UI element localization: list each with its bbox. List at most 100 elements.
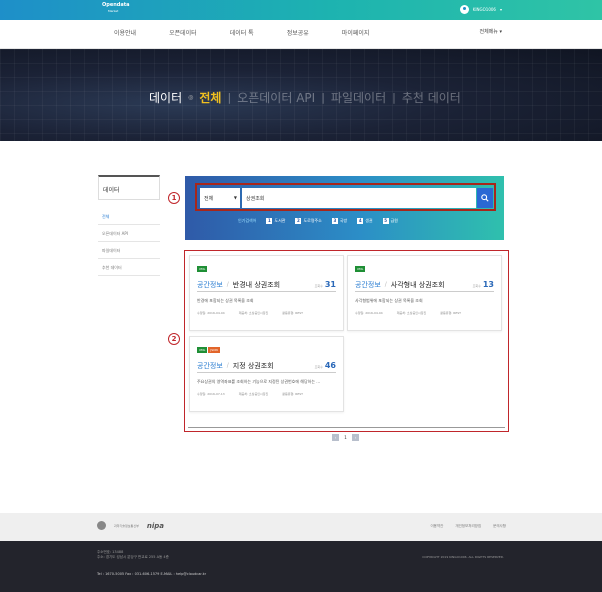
results-area: XML 공간정보 / 반경내 상권조회 조회수 31 반경에 포함되는 상권 목록…: [184, 250, 509, 432]
logo-subtitle: Market: [108, 9, 119, 13]
search-button[interactable]: [477, 188, 493, 208]
footer-contact: Tel : 1670-5005 Fax : 031-606-1579 E-MAI…: [97, 572, 207, 576]
next-page-button[interactable]: ›: [352, 434, 359, 441]
card-description: 사각형범위에 포함되는 상권 목록을 조회: [355, 298, 423, 303]
format-badge-xml: XML: [197, 347, 208, 353]
format-badge-xml: XML: [355, 266, 366, 272]
card-category: 공간정보: [197, 361, 223, 370]
result-card[interactable]: XML JSON 공간정보 / 지정 상권조회 조회수 46 주요상권의 영역좌표…: [189, 336, 344, 412]
sidebar: 데이터 전체 오픈데이터 API 파일데이터 추천 데이터: [98, 175, 160, 276]
sidebar-item-all[interactable]: 전체: [98, 208, 160, 225]
address-line: 주소: 경기도 성남시 분당구 판교로 255 A동 4층: [97, 555, 169, 559]
result-card[interactable]: XML 공간정보 / 사각형내 상권조회 조회수 13 사각형범위에 포함되는 상…: [347, 255, 502, 331]
divider: |: [321, 91, 325, 104]
search-input[interactable]: 상권조회: [242, 188, 476, 208]
annotation-marker-1: 1: [168, 192, 180, 204]
card-description: 주요상권의 영역좌표를 조회하는 기능으로 지정된 상권번호에 해당하는 ...: [197, 379, 321, 384]
card-provider: 제공처: 소상공인시장진: [238, 392, 269, 396]
search-icon: [481, 194, 489, 202]
search-highlight: 전체 ▼ 상권조회: [195, 183, 496, 211]
prev-page-button[interactable]: ‹: [332, 434, 339, 441]
views-label: 조회수: [314, 284, 323, 288]
footer-logos: 과학기술정보통신부 nipa: [97, 521, 164, 530]
sidebar-item-api[interactable]: 오픈데이터 API: [98, 225, 160, 242]
nav-item-datatalk[interactable]: 데이터 톡: [230, 28, 254, 37]
keyword-item[interactable]: 4 생권: [357, 218, 373, 224]
government-emblem-icon: [97, 521, 106, 530]
divider: |: [227, 91, 232, 104]
hero-tab-api[interactable]: 오픈데이터 API: [237, 89, 315, 106]
hero-tab-recommended[interactable]: 추천 데이터: [402, 89, 461, 106]
divider: |: [392, 91, 396, 104]
keyword-item[interactable]: 2 도로명주소: [295, 218, 322, 224]
global-nav: 이용안내 오픈데이터 데이터 톡 정보공유 마이페이지 전체메뉴 ▾: [0, 20, 602, 49]
result-card[interactable]: XML 공간정보 / 반경내 상권조회 조회수 31 반경에 포함되는 상권 목록…: [189, 255, 344, 331]
card-date: 수정일: 2016-07-13: [197, 392, 225, 396]
nav-item-guide[interactable]: 이용안내: [114, 28, 136, 37]
nav-item-opendata[interactable]: 오픈데이터: [169, 28, 197, 37]
footer-top: 과학기술정보통신부 nipa 이용약관 개인정보처리방침 문의사항: [0, 513, 602, 541]
hero-category-nav: 데이터 ◎ 전체 | 오픈데이터 API | 파일데이터 | 추천 데이터: [149, 89, 461, 106]
username: KINGO1006: [472, 7, 496, 12]
circle-dot-icon: ◎: [188, 94, 194, 101]
card-date: 수정일: 2016-04-04: [197, 311, 225, 315]
keyword-item[interactable]: 3 국방: [331, 218, 347, 224]
logo-title: Opendata: [102, 2, 130, 8]
nav-item-info-share[interactable]: 정보공유: [287, 28, 309, 37]
footer-link-terms[interactable]: 이용약관: [430, 524, 443, 529]
card-category: 공간정보: [355, 280, 381, 289]
footer-bottom: 주소번호: 13488 주소: 경기도 성남시 분당구 판교로 255 A동 4…: [0, 541, 602, 592]
card-description: 반경에 포함되는 상권 목록을 조회: [197, 298, 254, 303]
footer-links: 이용약관 개인정보처리방침 문의사항: [430, 524, 506, 529]
hero-title: 데이터: [149, 91, 183, 105]
card-title[interactable]: 사각형내 상권조회: [391, 280, 445, 290]
hero-banner: 데이터 ◎ 전체 | 오픈데이터 API | 파일데이터 | 추천 데이터: [0, 49, 602, 141]
format-badge-xml: XML: [197, 266, 208, 272]
ministry-name: 과학기술정보통신부: [114, 523, 139, 528]
top-bar: Opendata Market KINGO1006 ▾: [0, 0, 602, 20]
footer-link-inquiry[interactable]: 문의사항: [493, 524, 506, 529]
avatar-icon: [459, 5, 469, 14]
card-category: 공간정보: [197, 280, 223, 289]
annotation-marker-2: 2: [168, 333, 180, 345]
card-title[interactable]: 지정 상권조회: [233, 361, 274, 371]
keyword-item[interactable]: 5 급원: [382, 218, 398, 224]
search-category-select[interactable]: 전체 ▼: [200, 188, 240, 208]
views-count: 31: [324, 280, 336, 289]
results-divider: [188, 427, 505, 428]
views-count: 13: [482, 280, 494, 289]
sidebar-item-file[interactable]: 파일데이터: [98, 242, 160, 259]
pagination: ‹ 1 ›: [332, 434, 359, 441]
card-provider: 제공처: 소상공인시장진: [396, 311, 427, 315]
keyword-item[interactable]: 1 도서관: [266, 218, 285, 224]
popular-label: 인기검색어: [238, 218, 257, 223]
card-provider: 제공처: 소상공인시장진: [238, 311, 269, 315]
footer-address: 주소번호: 13488 주소: 경기도 성남시 분당구 판교로 255 A동 4…: [97, 550, 169, 560]
chevron-down-icon: ▾: [499, 7, 502, 12]
views-label: 조회수: [314, 365, 323, 369]
hero-tab-file[interactable]: 파일데이터: [331, 89, 386, 106]
search-panel: 전체 ▼ 상권조회 인기검색어 1 도서관 2 도로명주소 3 국방 4 생권 5 급원: [185, 176, 504, 240]
card-type: 활용유형: REST: [440, 311, 461, 315]
card-type: 활용유형: REST: [282, 392, 303, 396]
views-count: 46: [324, 361, 336, 370]
footer-link-privacy[interactable]: 개인정보처리방침: [455, 524, 481, 529]
popular-keywords: 인기검색어 1 도서관 2 도로명주소 3 국방 4 생권 5 급원: [238, 218, 398, 224]
all-menu-button[interactable]: 전체메뉴 ▾: [480, 28, 503, 35]
hero-tab-all[interactable]: 전체: [199, 89, 221, 106]
sidebar-item-recommended[interactable]: 추천 데이터: [98, 259, 160, 276]
card-type: 활용유형: REST: [282, 311, 303, 315]
nav-item-mypage[interactable]: 마이페이지: [342, 28, 370, 37]
site-logo[interactable]: Opendata Market: [102, 3, 130, 13]
user-menu[interactable]: KINGO1006 ▾: [459, 5, 502, 14]
select-value: 전체: [204, 196, 214, 202]
nipa-logo: nipa: [146, 521, 164, 530]
format-badge-json: JSON: [208, 347, 220, 353]
copyright: COPYRIGHT 2019 KINGO1006. ALL RIGHTS RES…: [422, 555, 504, 559]
card-title[interactable]: 반경내 상권조회: [233, 280, 280, 290]
page-number-current[interactable]: 1: [342, 434, 349, 441]
views-label: 조회수: [472, 284, 481, 288]
sidebar-title: 데이터: [98, 175, 160, 200]
card-date: 수정일: 2016-04-04: [355, 311, 383, 315]
caret-down-icon: ▼: [233, 195, 237, 200]
